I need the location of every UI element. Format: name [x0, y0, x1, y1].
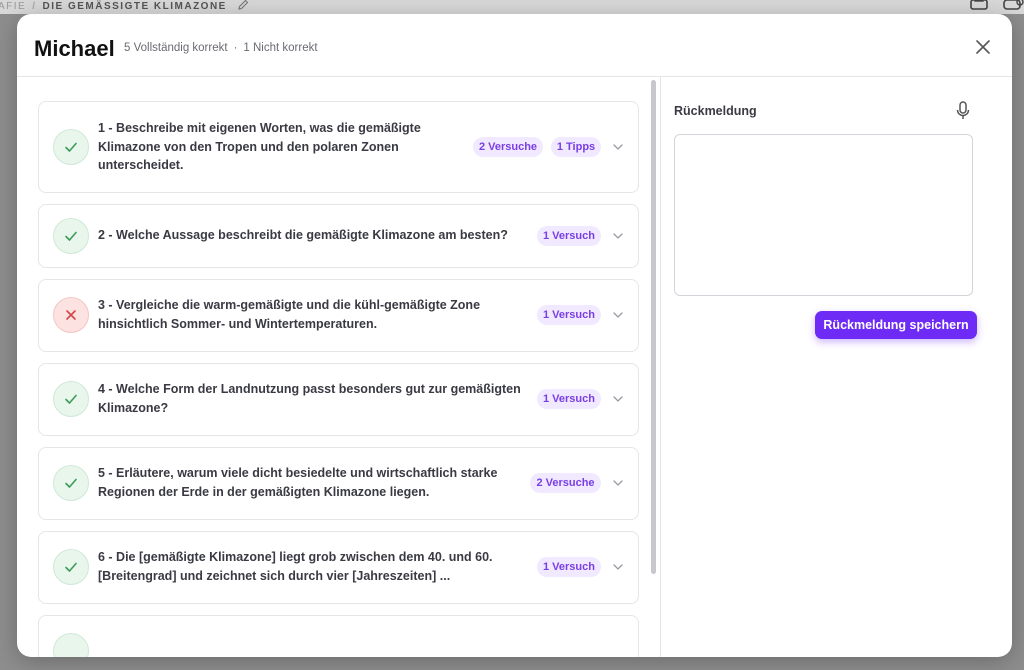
attempts-badge: 2 Versuche	[473, 137, 543, 157]
student-results-modal: Michael 5 Vollständig korrekt · 1 Nicht ko…	[17, 14, 1012, 657]
breadcrumb: AFIE / DIE GEMÄSSIGTE KLIMAZONE	[0, 0, 249, 14]
x-icon	[53, 297, 89, 333]
question-text: 1 - Beschreibe mit eigenen Worten, was d…	[98, 121, 421, 172]
check-icon	[53, 465, 89, 501]
chevron-down-icon[interactable]	[612, 561, 624, 573]
feedback-panel: Rückmeldung Rückmeldung speichern	[661, 77, 1012, 657]
close-icon	[976, 40, 990, 54]
breadcrumb-prev[interactable]: AFIE	[0, 1, 26, 12]
student-name: Michael	[34, 36, 115, 61]
question-text: 5 - Erläutere, warum viele dicht besiede…	[98, 466, 498, 499]
question-text: 2 - Welche Aussage beschreibt die gemäßi…	[98, 228, 508, 242]
question-card-2[interactable]: 2 - Welche Aussage beschreibt die gemäßi…	[38, 204, 639, 268]
pencil-icon[interactable]	[237, 0, 249, 14]
hints-badge: 1 Tipps	[551, 137, 601, 157]
breadcrumb-separator: /	[32, 1, 37, 13]
check-icon	[53, 129, 89, 165]
check-icon	[53, 633, 89, 657]
chevron-down-icon[interactable]	[612, 230, 624, 242]
breadcrumb-current: DIE GEMÄSSIGTE KLIMAZONE	[42, 1, 227, 13]
attempts-badge: 1 Versuch	[537, 389, 601, 409]
save-feedback-button[interactable]: Rückmeldung speichern	[815, 311, 977, 339]
question-card-6[interactable]: 6 - Die [gemäßigte Klimazone] liegt grob…	[38, 531, 639, 604]
summary-correct: 5 Vollständig korrekt	[124, 42, 228, 54]
question-text: 3 - Vergleiche die warm-gemäßigte und di…	[98, 298, 481, 331]
question-text: 4 - Welche Form der Landnutzung passt be…	[98, 382, 521, 415]
feedback-textarea[interactable]	[674, 134, 973, 296]
attempts-badge: 1 Versuch	[537, 557, 601, 577]
summary-incorrect: 1 Nicht korrekt	[243, 42, 318, 54]
question-card-3[interactable]: 3 - Vergleiche die warm-gemäßigte und di…	[38, 279, 639, 352]
background-header: AFIE / DIE GEMÄSSIGTE KLIMAZONE	[0, 0, 1024, 14]
question-card-4[interactable]: 4 - Welche Form der Landnutzung passt be…	[38, 363, 639, 436]
question-card-5[interactable]: 5 - Erläutere, warum viele dicht besiede…	[38, 447, 639, 520]
attempts-badge: 1 Versuch	[537, 305, 601, 325]
check-icon	[53, 218, 89, 254]
result-summary: 5 Vollständig korrekt · 1 Nicht korrekt	[124, 42, 318, 54]
check-icon	[53, 381, 89, 417]
chevron-down-icon[interactable]	[612, 393, 624, 405]
attempts-badge: 1 Versuch	[537, 226, 601, 246]
microphone-icon	[956, 101, 970, 119]
question-text: 6 - Die [gemäßigte Klimazone] liegt grob…	[98, 550, 493, 583]
feedback-label: Rückmeldung	[674, 104, 757, 118]
question-card-1[interactable]: 1 - Beschreibe mit eigenen Worten, was d…	[38, 101, 639, 193]
microphone-button[interactable]	[955, 101, 971, 121]
question-card-7[interactable]	[38, 615, 639, 657]
check-icon	[53, 549, 89, 585]
chevron-down-icon[interactable]	[612, 309, 624, 321]
modal-header: Michael 5 Vollständig korrekt · 1 Nicht ko…	[17, 14, 1012, 77]
summary-separator: ·	[233, 42, 238, 54]
scrollbar[interactable]	[651, 80, 656, 574]
close-button[interactable]	[974, 38, 992, 56]
chevron-down-icon[interactable]	[612, 477, 624, 489]
chevron-down-icon[interactable]	[612, 141, 624, 153]
attempts-badge: 2 Versuche	[530, 473, 601, 493]
question-list: 1 - Beschreibe mit eigenen Worten, was d…	[17, 77, 660, 657]
